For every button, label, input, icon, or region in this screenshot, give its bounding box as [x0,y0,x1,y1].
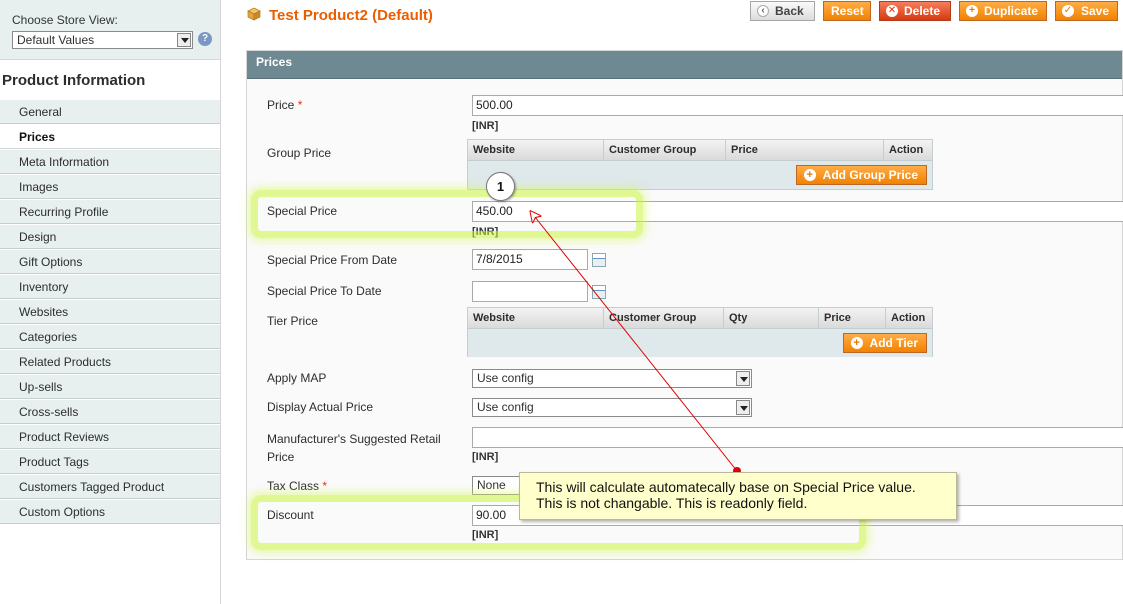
annotation-callout: This will calculate automatecally base o… [519,472,957,520]
callout-line-2: This is not changable. This is readonly … [536,495,808,511]
callout-line-1: This will calculate automatecally base o… [536,479,916,495]
annotation-arrow-line [531,212,738,472]
annotation-marker: 1 [486,172,515,201]
